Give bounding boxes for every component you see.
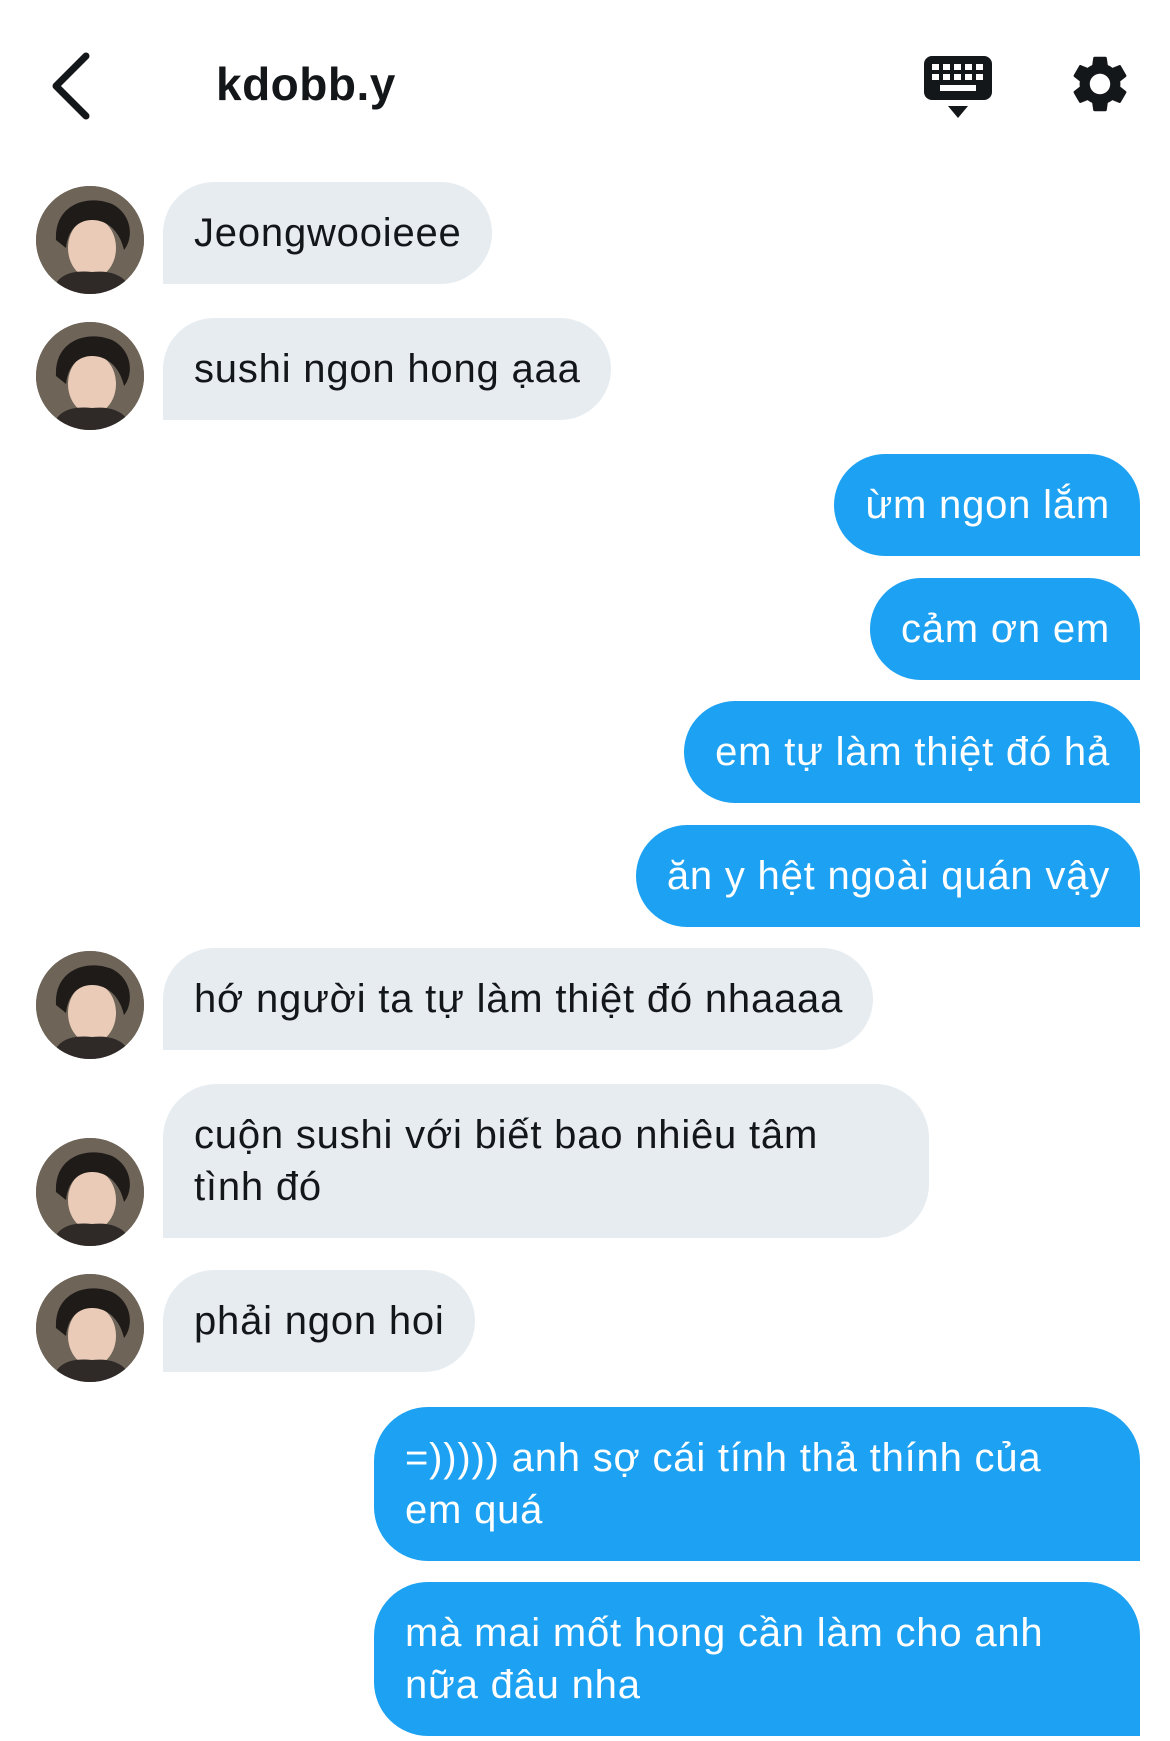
message-bubble-incoming[interactable]: phải ngon hoi (163, 1270, 475, 1372)
avatar[interactable] (36, 1274, 144, 1382)
profile-photo-icon (36, 322, 144, 430)
message-bubble-outgoing[interactable]: ăn y hệt ngoài quán vậy (635, 825, 1140, 927)
profile-photo-icon (36, 186, 144, 294)
message-text: ừm ngon lắm (865, 483, 1110, 527)
avatar[interactable] (36, 322, 144, 430)
message-text: Jeongwooieee (194, 211, 462, 255)
message-bubble-incoming[interactable]: sushi ngon hong ạaa (163, 318, 611, 420)
avatar[interactable] (36, 186, 144, 294)
message-text: phải ngon hoi (194, 1299, 445, 1343)
message-bubble-outgoing[interactable]: ừm ngon lắm (834, 454, 1140, 556)
message-bubble-outgoing[interactable]: =))))) anh sợ cái tính thả thính của em … (374, 1407, 1140, 1561)
message-text: =))))) anh sợ cái tính thả thính của em … (405, 1436, 1042, 1532)
message-bubble-incoming[interactable]: cuộn sushi với biết bao nhiêu tâm tình đ… (163, 1084, 929, 1238)
message-text: mà mai mốt hong cần làm cho anh nữa đâu … (405, 1611, 1044, 1707)
message-text: em tự làm thiệt đó hả (715, 730, 1110, 774)
message-bubble-outgoing[interactable]: em tự làm thiệt đó hả (684, 701, 1140, 803)
message-bubble-outgoing[interactable]: mà mai mốt hong cần làm cho anh nữa đâu … (374, 1582, 1140, 1736)
profile-photo-icon (36, 951, 144, 1059)
message-text: ăn y hệt ngoài quán vậy (666, 854, 1110, 898)
message-text: cuộn sushi với biết bao nhiêu tâm tình đ… (194, 1113, 819, 1209)
message-bubble-incoming[interactable]: hớ người ta tự làm thiệt đó nhaaaa (163, 948, 874, 1050)
avatar[interactable] (36, 1138, 144, 1246)
message-bubble-incoming[interactable]: Jeongwooieee (163, 182, 492, 284)
profile-photo-icon (36, 1274, 144, 1382)
message-text: cảm ơn em (900, 607, 1110, 651)
message-text: hớ người ta tự làm thiệt đó nhaaaa (194, 977, 844, 1021)
avatar[interactable] (36, 951, 144, 1059)
message-bubble-outgoing[interactable]: cảm ơn em (869, 578, 1140, 680)
message-thread: Jeongwooieee sushi ngon hong ạaa ừm ngon… (0, 0, 1170, 1741)
profile-photo-icon (36, 1138, 144, 1246)
message-text: sushi ngon hong ạaa (194, 347, 581, 391)
